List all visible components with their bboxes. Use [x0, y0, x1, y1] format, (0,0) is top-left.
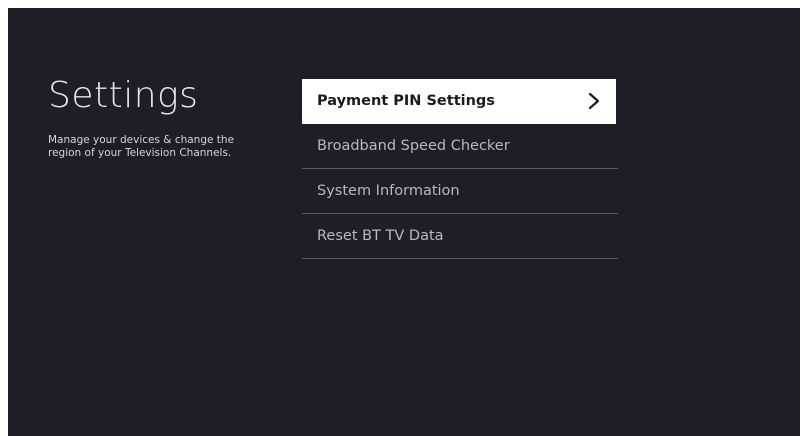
page-subtitle: Manage your devices & change the region …: [48, 134, 235, 159]
menu-item-system-information[interactable]: System Information: [302, 169, 618, 214]
header-panel: Settings Manage your devices & change th…: [48, 72, 268, 160]
menu-item-label: System Information: [317, 183, 460, 199]
menu-item-payment-pin-settings[interactable]: Payment PIN Settings: [302, 79, 616, 124]
page-title: Settings: [48, 75, 199, 116]
settings-menu: Payment PIN Settings Broadband Speed Che…: [302, 79, 618, 259]
menu-item-label: Reset BT TV Data: [317, 228, 444, 244]
menu-item-label: Broadband Speed Checker: [317, 138, 510, 154]
menu-item-label: Payment PIN Settings: [317, 93, 495, 109]
chevron-right-icon: [588, 92, 600, 110]
tv-screen: Settings Manage your devices & change th…: [8, 8, 800, 436]
menu-item-broadband-speed-checker[interactable]: Broadband Speed Checker: [302, 124, 618, 169]
menu-item-reset-bt-tv-data[interactable]: Reset BT TV Data: [302, 214, 618, 259]
